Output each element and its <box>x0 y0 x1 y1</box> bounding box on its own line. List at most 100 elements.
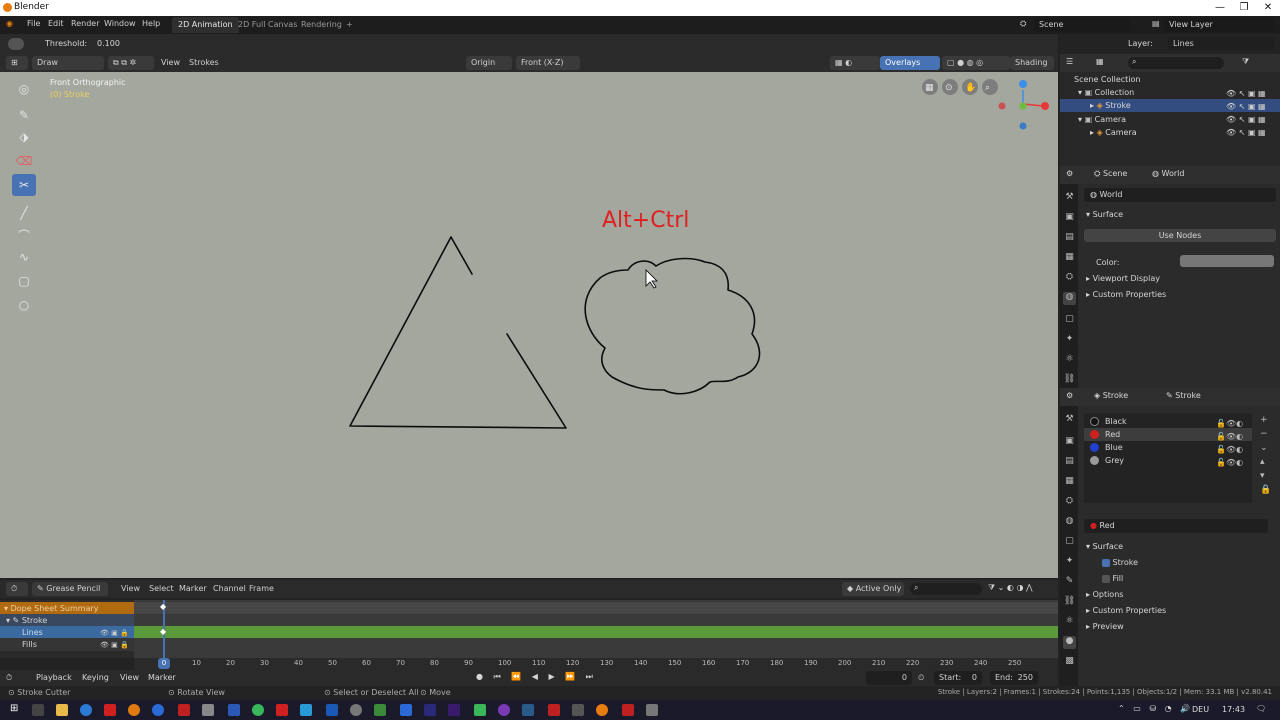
display-mode-icon[interactable]: ▦ <box>1096 57 1104 66</box>
current-frame-field[interactable]: 0 <box>866 671 912 685</box>
modifier-tab-icon-2[interactable]: ✦ <box>1063 556 1076 569</box>
fill-tool-icon[interactable]: ⬗ <box>12 126 36 148</box>
playback-menu[interactable]: Playback <box>36 673 72 682</box>
stroke-checkbox[interactable]: Stroke <box>1102 558 1138 567</box>
drawing-canvas[interactable]: Alt+Ctrl ▦ ⊙ ✋ ⌕ <box>0 72 1058 578</box>
mode-selector[interactable]: Draw <box>32 56 104 70</box>
shading-mode-icons[interactable]: ▢ ● ◍ ◎ <box>942 56 1010 70</box>
properties-editor-icon-2[interactable]: ⚙ <box>1066 391 1073 400</box>
taskview-icon[interactable] <box>32 704 44 716</box>
arc-tool-icon[interactable]: ⌒ <box>12 224 36 246</box>
use-nodes-button[interactable]: Use Nodes <box>1084 229 1276 242</box>
outliner-visibility-icons[interactable]: 👁 ↖ ▣ ▦ 👁 ↖ ▣ ▦ 👁 ↖ ▣ ▦ 👁 ↖ ▣ ▦ <box>1226 87 1266 139</box>
app-icon-5[interactable] <box>202 704 214 716</box>
timeline-marker-menu[interactable]: Marker <box>148 673 176 682</box>
object-tab-icon[interactable]: ▢ <box>1063 314 1076 327</box>
slot-list-buttons[interactable]: + − ⌄ ▴ ▾ 🔒 <box>1260 413 1271 497</box>
explorer-icon[interactable] <box>56 704 68 716</box>
scene-tab-icon[interactable]: ⛭ <box>1063 272 1076 285</box>
close-icon[interactable]: ✕ <box>1256 0 1280 16</box>
app-icon-4[interactable] <box>178 704 190 716</box>
view-layer-tab-icon[interactable]: ▦ <box>1063 252 1076 265</box>
stroke-object-tab[interactable]: ◈ Stroke <box>1094 391 1128 400</box>
view-layer-tab-icon-2[interactable]: ▦ <box>1063 476 1076 489</box>
mat-custom-properties-section[interactable]: ▸ Custom Properties <box>1086 606 1166 615</box>
world-tab-icon-2[interactable]: ◍ <box>1063 516 1076 529</box>
scene-tab-icon-2[interactable]: ⛭ <box>1063 496 1076 509</box>
dopesheet-menu-frame[interactable]: Frame <box>244 582 279 596</box>
outliner-editor-icon[interactable]: ☰ <box>1066 57 1073 66</box>
object-tab-icon-2[interactable]: ▢ <box>1063 536 1076 549</box>
world-tab-icon[interactable]: ◍ <box>1063 292 1076 305</box>
active-material-field[interactable]: ● Red <box>1084 519 1268 533</box>
material-slot-toggle-icons[interactable]: 🔓👁◐ 🔓👁◐ 🔓👁◐ 🔓👁◐ <box>1216 417 1243 469</box>
scene-collection-row[interactable]: Scene Collection <box>1060 73 1280 86</box>
workspace-tab-2d-full-canvas[interactable]: 2D Full Canvas <box>232 17 303 33</box>
workspace-tab-2d-animation[interactable]: 2D Animation <box>172 17 239 33</box>
dopesheet-menu-marker[interactable]: Marker <box>174 582 212 596</box>
menu-render[interactable]: Render <box>71 19 99 28</box>
data-tab-icon-2[interactable]: ✎ <box>1063 576 1076 589</box>
constraint-tab-icon[interactable]: ⛓ <box>1063 374 1076 387</box>
keying-menu[interactable]: Keying <box>82 673 109 682</box>
menu-edit[interactable]: Edit <box>48 19 64 28</box>
app-icon-6[interactable] <box>228 704 240 716</box>
keyframe-lines-icon[interactable]: ◆ <box>160 627 166 636</box>
app-icon-17[interactable] <box>622 704 634 716</box>
outliner-search-input[interactable]: ⌕ <box>1128 57 1224 69</box>
chrome-icon[interactable] <box>252 704 264 716</box>
app-icon-7[interactable] <box>276 704 288 716</box>
preview-range-icon[interactable]: ⏲ <box>918 673 924 683</box>
editor-type-icon[interactable]: ⊞ <box>6 56 28 70</box>
dopesheet-menu-view[interactable]: View <box>116 582 145 596</box>
tool-tab-icon[interactable]: ⚒ <box>1063 192 1076 205</box>
view-layer-selector[interactable]: View Layer <box>1164 18 1274 32</box>
dopesheet-search-input[interactable]: ⌕ <box>910 583 982 595</box>
threshold-value[interactable]: 0.100 <box>97 39 120 48</box>
options-section[interactable]: ▸ Options <box>1086 590 1123 599</box>
dopesheet-editor-icon[interactable]: ⏱ <box>6 582 28 596</box>
current-frame-badge[interactable]: 0 <box>158 658 170 669</box>
tool-brush-icon[interactable] <box>8 38 24 50</box>
shading-menu[interactable]: Shading <box>1010 56 1054 70</box>
box-tool-icon[interactable]: ▢ <box>12 270 36 292</box>
visibility-icons[interactable]: ▦ ◐ <box>830 56 880 70</box>
preview-section[interactable]: ▸ Preview <box>1086 622 1124 631</box>
grease-pencil-mode-selector[interactable]: ✎ Grease Pencil <box>32 582 108 596</box>
dopesheet-filter-icons[interactable]: ⧩ ⌄ ◐ ◑ ⋀ <box>988 583 1033 593</box>
erase-tool-icon[interactable]: ⌫ <box>12 150 36 172</box>
channel-toggle-icons[interactable]: 👁 ▣ 🔒 👁 ▣ 🔒 <box>100 627 129 651</box>
app-icon-3[interactable] <box>152 704 164 716</box>
end-frame-field[interactable]: End: 250 <box>990 671 1038 685</box>
system-tray-icons[interactable]: ⌃ ▭ ⛁ ◔ 🔊 <box>1118 704 1193 713</box>
clock[interactable]: 17:43 <box>1222 705 1245 714</box>
output-tab-icon[interactable]: ▤ <box>1063 232 1076 245</box>
origin-selector[interactable]: Origin <box>466 56 512 70</box>
app-icon-8[interactable] <box>300 704 312 716</box>
keyframe-summary-icon[interactable]: ◆ <box>160 602 166 611</box>
tool-tab-icon-2[interactable]: ⚒ <box>1063 414 1076 427</box>
menu-view[interactable]: View <box>156 56 185 70</box>
add-workspace-button[interactable]: + <box>340 17 359 33</box>
photoshop-icon[interactable] <box>424 704 436 716</box>
circle-tool-icon[interactable]: ○ <box>12 294 36 316</box>
active-only-toggle[interactable]: ◆ Active Only <box>842 582 904 596</box>
app-icon-13[interactable] <box>474 704 486 716</box>
overlays-toggle[interactable]: Overlays <box>880 56 940 70</box>
menu-window[interactable]: Window <box>104 19 136 28</box>
app-icon-11[interactable] <box>374 704 386 716</box>
app-icon-12[interactable] <box>400 704 412 716</box>
stroke-data-tab[interactable]: ✎ Stroke <box>1166 391 1201 400</box>
world-color-swatch[interactable] <box>1180 255 1274 267</box>
app-icon-1[interactable] <box>104 704 116 716</box>
notifications-icon[interactable]: 🗨 <box>1256 704 1266 713</box>
viewport-display-section[interactable]: ▸ Viewport Display <box>1086 274 1160 283</box>
physics-tab-icon[interactable]: ⚛ <box>1063 354 1076 367</box>
constraint-tab-icon-2[interactable]: ⛓ <box>1063 596 1076 609</box>
scene-tab[interactable]: ⛭ Scene <box>1094 169 1127 179</box>
transport-controls[interactable]: ● ⏮ ⏪ ◀ ▶ ⏩ ⏭ <box>476 672 597 682</box>
app-icon-14[interactable] <box>498 704 510 716</box>
fill-checkbox[interactable]: Fill <box>1102 574 1123 583</box>
app-icon-15[interactable] <box>548 704 560 716</box>
render-tab-icon-2[interactable]: ▣ <box>1063 436 1076 449</box>
